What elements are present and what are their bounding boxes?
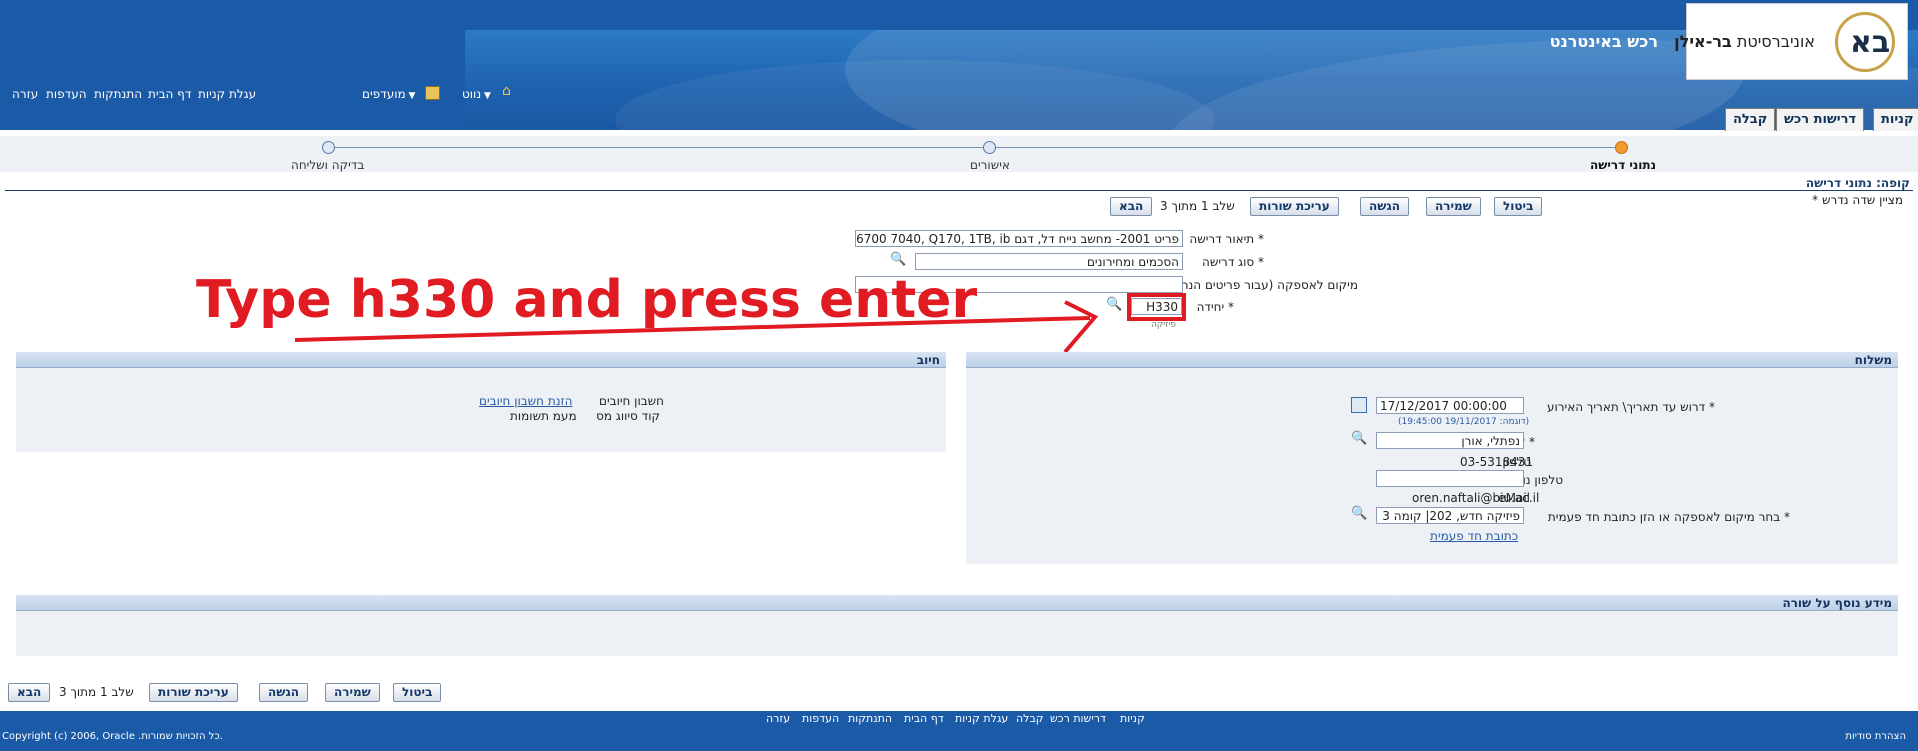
required-note: * מציין שדה נדרש <box>1812 193 1903 207</box>
save-button-bottom[interactable]: שמירה <box>325 683 380 702</box>
edit-lines-button[interactable]: עריכת שורות <box>1250 197 1339 216</box>
tax-code-label: קוד סיווג מס <box>596 409 660 423</box>
cancel-button[interactable]: ביטול <box>1494 197 1543 216</box>
next-button[interactable]: הבא <box>1110 197 1153 216</box>
line-info-section-header: מידע נוסף על שורה <box>16 595 1898 611</box>
calendar-icon[interactable] <box>1351 397 1367 413</box>
preferences-link[interactable]: העדפות <box>46 87 87 101</box>
favorites-icon <box>425 86 440 100</box>
requester-input[interactable]: נפתלי, אורן <box>1376 432 1524 449</box>
step-indicator: שלב 1 מתוך 3 <box>1160 199 1235 213</box>
home-icon[interactable]: ⌂ <box>502 83 516 99</box>
description-label: * תיאור דרישה <box>1189 232 1264 246</box>
cancel-button-bottom[interactable]: ביטול <box>393 683 442 702</box>
annotation-highlight-box <box>1127 293 1186 321</box>
tax-code-value: מעמ תשומות <box>510 409 577 423</box>
edit-lines-button-bottom[interactable]: עריכת שורות <box>149 683 238 702</box>
phone-value: 03-5318431 <box>1460 455 1534 469</box>
description-input[interactable]: פריט 2001- מחשב נייח דל, דגם I7-6700 704… <box>855 230 1183 247</box>
university-logo: אוניברסיטת בר-אילן בא <box>1674 3 1908 80</box>
need-by-hint: (דוגמה: 19/11/2017 19:45:00) <box>1398 417 1530 427</box>
deliver-to-input[interactable]: פיזיקה חדש, 202| קומה 3 <box>1376 507 1524 524</box>
submit-button-bottom[interactable]: הגשה <box>259 683 308 702</box>
app-title: רכש באינטרנט <box>1549 32 1658 51</box>
next-button-bottom[interactable]: הבא <box>8 683 51 702</box>
logo-text: אוניברסיטת בר-אילן <box>1674 32 1815 51</box>
email-value: oren.naftali@biu.ac.il <box>1412 491 1540 505</box>
footer-link-help[interactable]: עזרה <box>766 712 790 725</box>
one-time-address-link[interactable]: כתובת חד פעמית <box>1430 529 1518 543</box>
navigator-menu[interactable]: נווט <box>462 87 491 101</box>
requisition-type-input[interactable]: הסכמים ומחירונים <box>915 253 1183 270</box>
annotation-arrow <box>294 300 1099 354</box>
deliver-to-label: * בחר מיקום לאספקה או הזן כתובת חד פעמית <box>1547 510 1790 524</box>
requisition-type-label: * סוג דרישה <box>1202 255 1264 269</box>
unit-label: * יחידה <box>1196 300 1234 314</box>
help-link[interactable]: עזרה <box>12 87 38 101</box>
logout-link[interactable]: התנתקות <box>94 87 142 101</box>
logo-emblem-icon: בא <box>1835 12 1895 72</box>
extra-phone-input[interactable] <box>1376 470 1524 487</box>
train-node-review-submit <box>322 141 335 154</box>
footer-link-logout[interactable]: התנתקות <box>848 712 892 725</box>
footer-link-preferences[interactable]: העדפות <box>802 712 839 725</box>
tab-requisitions[interactable]: דרישות רכש <box>1776 108 1865 131</box>
page-title: קופה: נתוני דרישה <box>1805 176 1910 190</box>
need-by-input[interactable]: 17/12/2017 00:00:00 <box>1376 397 1524 414</box>
copyright-text: Copyright (c) 2006, Oracle .כל הזכויות ש… <box>2 731 223 742</box>
billing-section-header: חיוב <box>16 352 946 368</box>
footer-link-cart[interactable]: עגלת קניות <box>955 712 1008 725</box>
footer-link-shopping[interactable]: קניות <box>1120 712 1145 725</box>
tab-shopping[interactable]: קניות <box>1873 108 1918 131</box>
line-info-section <box>16 611 1898 656</box>
need-by-label: * דרוש עד תאריך\ תאריך האירוע <box>1547 400 1715 414</box>
train-step-approvals: אישורים <box>970 158 1010 172</box>
search-icon[interactable]: 🔍 <box>890 252 906 267</box>
footer-link-home[interactable]: דף הבית <box>904 712 944 725</box>
search-icon[interactable]: 🔍 <box>1351 431 1367 446</box>
footer-link-requisitions[interactable]: דרישות רכש <box>1050 712 1106 725</box>
train-step-requisition-info: נתוני דרישה <box>1590 158 1657 172</box>
privacy-statement-link[interactable]: הצהרת סודיות <box>1845 731 1906 742</box>
train-line <box>325 147 1625 148</box>
title-divider <box>5 190 1913 191</box>
train-step-review-submit: בדיקה ושליחה <box>291 158 365 172</box>
home-link[interactable]: דף הבית <box>148 87 191 101</box>
billing-section <box>16 368 946 452</box>
footer-link-receiving[interactable]: קבלה <box>1016 712 1044 725</box>
charge-account-link[interactable]: הזנת חשבון חיובים <box>479 394 573 408</box>
train-node-approvals <box>983 141 996 154</box>
charge-account-label: חשבון חיובים <box>598 394 664 408</box>
tab-receiving[interactable]: קבלה <box>1725 108 1776 131</box>
train-node-requisition-info <box>1615 141 1628 154</box>
step-indicator-bottom: שלב 1 מתוך 3 <box>59 685 134 699</box>
submit-button[interactable]: הגשה <box>1360 197 1409 216</box>
cart-link[interactable]: עגלת קניות <box>198 87 256 101</box>
favorites-menu[interactable]: מועדפים <box>362 87 415 101</box>
shipping-section-header: משלוח <box>966 352 1898 368</box>
unit-hint: פיזיקה <box>1151 320 1177 330</box>
save-button[interactable]: שמירה <box>1426 197 1481 216</box>
search-icon[interactable]: 🔍 <box>1351 506 1367 521</box>
